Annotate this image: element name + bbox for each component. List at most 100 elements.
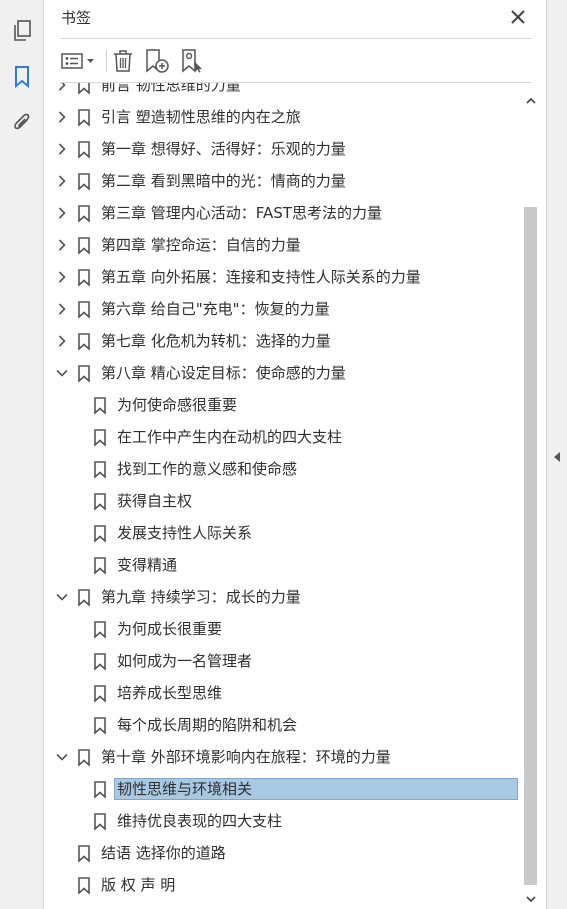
bookmark-item[interactable]: 第五章 向外拓展：连接和支持性人际关系的力量	[45, 261, 522, 293]
bookmark-label: 第一章 想得好、活得好：乐观的力量	[101, 140, 346, 158]
bookmark-list: 前言 韧性思维的力量引言 塑造韧性思维的内在之旅第一章 想得好、活得好：乐观的力…	[45, 83, 522, 901]
bookmark-icon	[94, 717, 106, 735]
bookmark-label: 第十章 外部环境影响内在旅程：环境的力量	[101, 748, 391, 766]
close-icon[interactable]	[508, 7, 528, 27]
bookmark-label: 第四章 掌控命运：自信的力量	[101, 236, 301, 254]
bookmark-label: 第六章 给自己"充电"：恢复的力量	[101, 300, 330, 318]
bookmark-icon	[78, 845, 90, 863]
chevron-right-icon[interactable]	[55, 174, 69, 188]
bookmark-item[interactable]: 前言 韧性思维的力量	[45, 83, 522, 101]
attachments-icon[interactable]	[8, 109, 36, 137]
chevron-right-icon[interactable]	[55, 238, 69, 252]
bookmark-label: 第二章 看到黑暗中的光：情商的力量	[101, 172, 346, 190]
bookmark-icon	[78, 589, 90, 607]
bookmark-subitem[interactable]: 为何成长很重要	[45, 613, 522, 645]
bookmark-icon	[78, 173, 90, 191]
bookmark-subitem[interactable]: 韧性思维与环境相关	[45, 773, 522, 805]
bookmark-icon	[78, 333, 90, 351]
panel-title: 书签	[61, 9, 92, 27]
bookmark-label: 为何使命感很重要	[117, 396, 238, 414]
bookmark-label: 结语 选择你的道路	[101, 844, 226, 862]
bookmark-item[interactable]: 第四章 掌控命运：自信的力量	[45, 229, 522, 261]
bookmark-options-icon[interactable]	[60, 47, 98, 75]
bookmark-icon	[94, 525, 106, 543]
chevron-right-icon[interactable]	[55, 142, 69, 156]
bookmark-icon	[78, 205, 90, 223]
bookmark-item[interactable]: 引言 塑造韧性思维的内在之旅	[45, 101, 522, 133]
bookmark-label: 维持优良表现的四大支柱	[117, 812, 283, 830]
bookmark-icon	[94, 493, 106, 511]
bookmark-label: 找到工作的意义感和使命感	[117, 460, 298, 478]
chevron-down-icon[interactable]	[55, 590, 69, 604]
bookmark-item[interactable]: 第六章 给自己"充电"：恢复的力量	[45, 293, 522, 325]
bookmark-subitem[interactable]: 维持优良表现的四大支柱	[45, 805, 522, 837]
bookmark-item[interactable]: 第二章 看到黑暗中的光：情商的力量	[45, 165, 522, 197]
bookmark-icon	[78, 749, 90, 767]
bookmark-label: 第八章 精心设定目标：使命感的力量	[101, 364, 346, 382]
chevron-right-icon[interactable]	[55, 83, 69, 92]
bookmark-icon	[78, 237, 90, 255]
bookmark-subitem[interactable]: 每个成长周期的陷阱和机会	[45, 709, 522, 741]
chevron-right-icon[interactable]	[55, 270, 69, 284]
bookmark-item[interactable]: 版 权 声 明	[45, 869, 522, 901]
bookmark-tree[interactable]: 前言 韧性思维的力量引言 塑造韧性思维的内在之旅第一章 想得好、活得好：乐观的力…	[45, 83, 522, 909]
chevron-down-icon[interactable]	[55, 750, 69, 764]
bookmark-label: 第七章 化危机为转机：选择的力量	[101, 332, 331, 350]
bookmark-item[interactable]: 第九章 持续学习：成长的力量	[45, 581, 522, 613]
bookmark-icon	[78, 269, 90, 287]
bookmark-subitem[interactable]: 在工作中产生内在动机的四大支柱	[45, 421, 522, 453]
bookmark-subitem[interactable]: 变得精通	[45, 549, 522, 581]
bookmarks-icon[interactable]	[8, 63, 36, 91]
bookmark-subitem[interactable]: 培养成长型思维	[45, 677, 522, 709]
bookmark-label: 引言 塑造韧性思维的内在之旅	[101, 108, 301, 126]
bookmark-subitem[interactable]: 为何使命感很重要	[45, 389, 522, 421]
bookmark-subitem[interactable]: 找到工作的意义感和使命感	[45, 453, 522, 485]
bookmark-label: 在工作中产生内在动机的四大支柱	[117, 428, 343, 446]
right-collapse-bar[interactable]	[546, 0, 567, 909]
bookmark-item[interactable]: 第八章 精心设定目标：使命感的力量	[45, 357, 522, 389]
bookmark-icon	[94, 397, 106, 415]
bookmark-label: 第三章 管理内心活动：FAST思考法的力量	[101, 204, 382, 222]
bookmark-label: 发展支持性人际关系	[117, 524, 253, 542]
bookmark-icon	[94, 621, 106, 639]
bookmark-label: 为何成长很重要	[117, 620, 223, 638]
bookmark-label: 如何成为一名管理者	[117, 652, 253, 670]
bookmark-icon	[78, 109, 90, 127]
bookmark-icon	[94, 685, 106, 703]
scrollbar-thumb[interactable]	[524, 207, 537, 885]
bookmark-icon	[94, 653, 106, 671]
bookmark-icon	[78, 365, 90, 383]
bookmark-item[interactable]: 第十章 外部环境影响内在旅程：环境的力量	[45, 741, 522, 773]
navigation-pane-sidebar	[0, 0, 44, 909]
bookmark-label: 每个成长周期的陷阱和机会	[117, 716, 298, 734]
bookmark-icon	[94, 813, 106, 831]
bookmark-subitem[interactable]: 发展支持性人际关系	[45, 517, 522, 549]
bookmarks-toolbar	[60, 44, 530, 78]
bookmark-item[interactable]: 第三章 管理内心活动：FAST思考法的力量	[45, 197, 522, 229]
bookmark-subitem[interactable]: 获得自主权	[45, 485, 522, 517]
scroll-down-icon[interactable]	[525, 889, 537, 908]
chevron-right-icon[interactable]	[55, 110, 69, 124]
bookmark-subitem[interactable]: 如何成为一名管理者	[45, 645, 522, 677]
chevron-right-icon[interactable]	[55, 334, 69, 348]
toolbar-separator	[106, 50, 107, 72]
delete-icon[interactable]	[110, 47, 136, 75]
chevron-right-icon[interactable]	[55, 206, 69, 220]
pages-icon[interactable]	[8, 17, 36, 45]
bookmark-from-structure-icon[interactable]	[179, 47, 207, 75]
chevron-down-icon[interactable]	[55, 366, 69, 380]
bookmark-icon	[78, 301, 90, 319]
bookmark-icon	[78, 877, 90, 895]
vertical-scrollbar[interactable]	[522, 83, 539, 909]
bookmark-label: 前言 韧性思维的力量	[101, 83, 241, 94]
bookmark-item[interactable]: 第一章 想得好、活得好：乐观的力量	[45, 133, 522, 165]
collapse-arrow-icon[interactable]	[553, 448, 561, 467]
bookmark-item[interactable]: 第七章 化危机为转机：选择的力量	[45, 325, 522, 357]
header-divider	[60, 38, 532, 39]
bookmark-label: 培养成长型思维	[117, 684, 223, 702]
chevron-right-icon[interactable]	[55, 302, 69, 316]
scroll-up-icon[interactable]	[525, 91, 537, 110]
new-bookmark-icon[interactable]	[143, 47, 171, 75]
bookmark-icon	[94, 557, 106, 575]
bookmark-item[interactable]: 结语 选择你的道路	[45, 837, 522, 869]
